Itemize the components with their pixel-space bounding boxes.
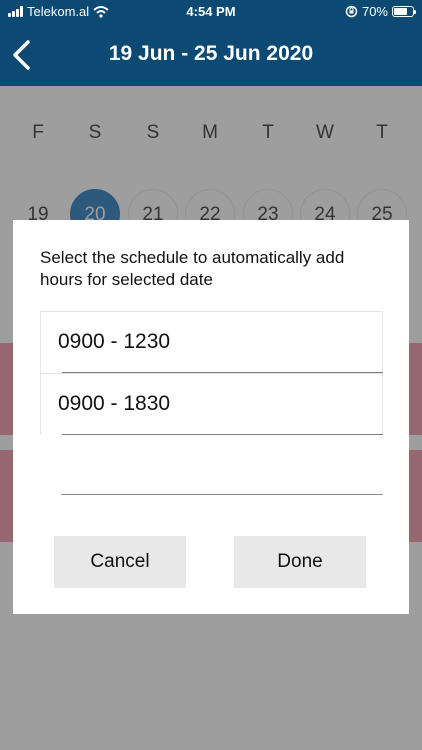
schedule-option[interactable]: 0900 - 1830	[40, 373, 383, 435]
schedule-dialog: Select the schedule to automatically add…	[13, 220, 409, 614]
battery-icon	[392, 6, 416, 17]
done-button[interactable]: Done	[234, 536, 366, 588]
schedule-option[interactable]: 0900 - 1230	[40, 311, 383, 373]
battery-status: 70%	[345, 4, 416, 19]
divider	[61, 494, 383, 495]
page-title: 19 Jun - 25 Jun 2020	[108, 42, 314, 65]
battery-percent: 70%	[361, 4, 388, 19]
cancel-button[interactable]: Cancel	[54, 536, 186, 588]
status-bar: Telekom.al 4:54 PM 70%	[0, 0, 422, 24]
orientation-lock-icon	[345, 5, 358, 18]
header-bar: Telekom.al 4:54 PM 70% 19 Jun - 25 Jun 2…	[0, 0, 422, 86]
dialog-message: Select the schedule to automatically add…	[40, 248, 345, 289]
